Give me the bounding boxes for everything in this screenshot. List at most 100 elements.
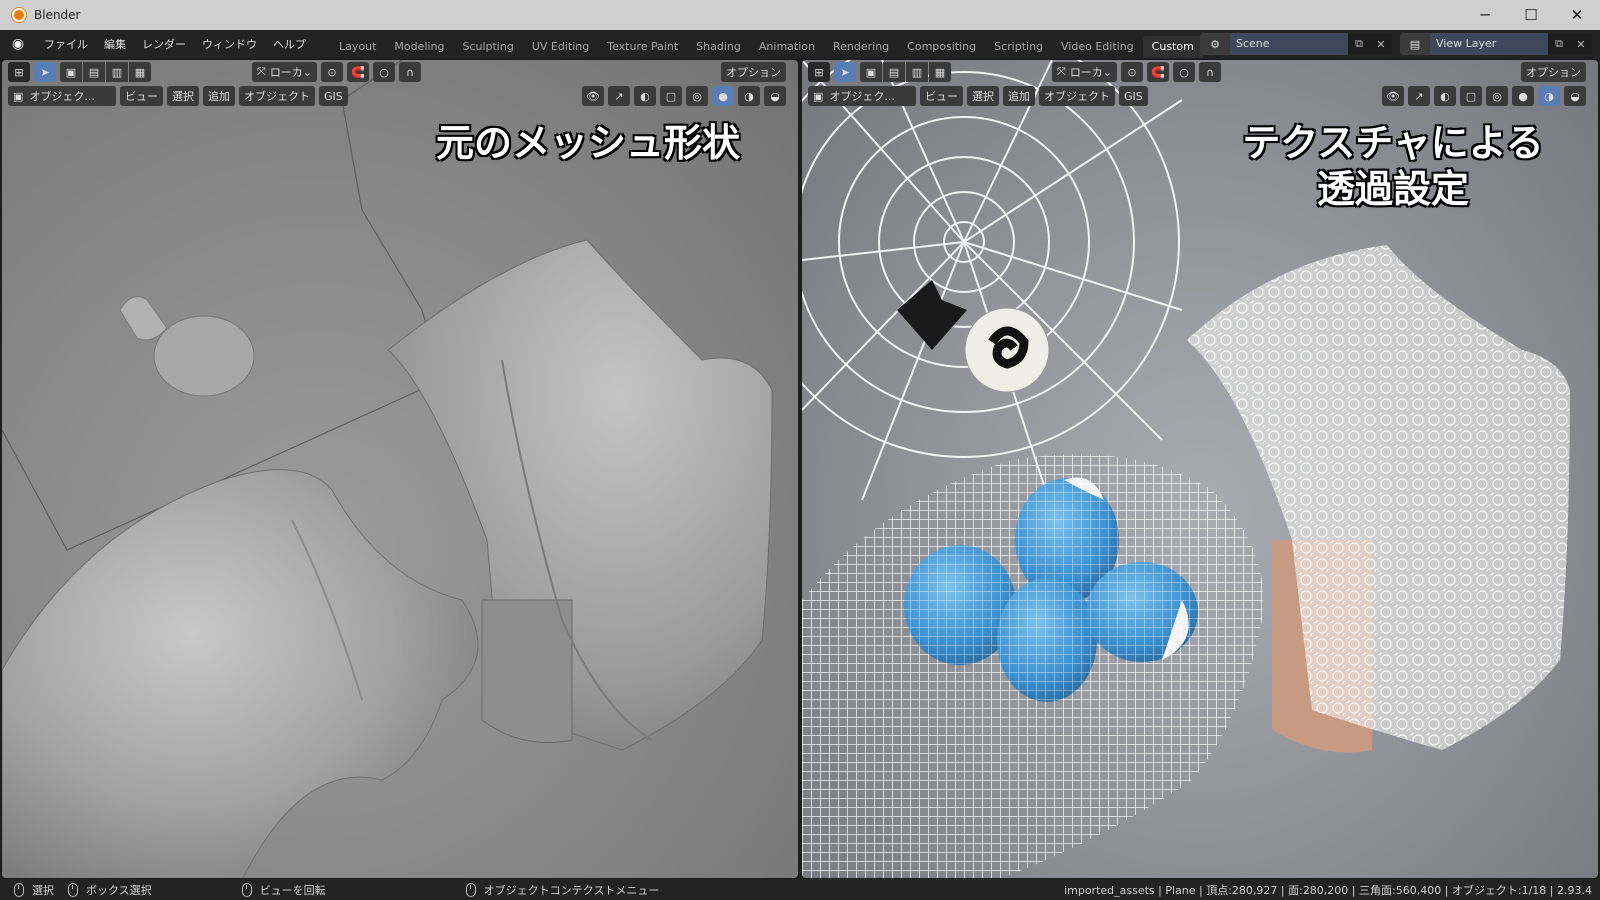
pivot-point-icon[interactable]: ⊙ xyxy=(321,62,344,82)
select-tool-icon[interactable]: ➤ xyxy=(34,62,56,82)
rendered-shading-icon-right[interactable]: ◒ xyxy=(1564,86,1586,106)
xray-icon[interactable]: ▢ xyxy=(660,86,682,106)
proportional-editing-icon-right[interactable]: ○ xyxy=(1173,62,1196,82)
left-mouse-drag-icon xyxy=(68,882,78,897)
falloff-icon-right[interactable]: ∩ xyxy=(1199,62,1222,82)
scene-selectors: ⚙ Scene ⧉ ✕ ▤ View Layer ⧉ ✕ xyxy=(1200,33,1592,55)
close-button[interactable]: ✕ xyxy=(1554,0,1600,30)
menu-window[interactable]: ウィンドウ xyxy=(194,36,265,52)
solid-shading-icon-right[interactable]: ● xyxy=(1512,86,1534,106)
tab-layout[interactable]: Layout xyxy=(330,36,385,58)
viewport-left-header: ▣ オブジェク... ビュー 選択 追加 オブジェクト GIS 👁 ↗ ◐ ▢ … xyxy=(2,84,798,108)
select-tool-icon-right[interactable]: ➤ xyxy=(834,62,856,82)
status-context: オブジェクトコンテクストメニュー xyxy=(465,882,659,898)
select-extend-icon-right[interactable]: ▤ xyxy=(883,62,905,82)
top-bar: ◉ ファイル 編集 レンダー ウィンドウ ヘルプ Layout Modeling… xyxy=(0,30,1600,58)
menu-gis[interactable]: GIS xyxy=(319,86,348,106)
view-layer-selector[interactable]: ▤ View Layer ⧉ ✕ xyxy=(1400,33,1592,55)
new-view-layer-icon[interactable]: ⧉ xyxy=(1548,33,1570,55)
falloff-icon[interactable]: ∩ xyxy=(399,62,422,82)
options-dropdown[interactable]: オプション xyxy=(721,62,786,82)
menu-help[interactable]: ヘルプ xyxy=(265,36,314,52)
scene-name-field[interactable]: Scene xyxy=(1230,33,1348,55)
rendered-shading-icon[interactable]: ◒ xyxy=(764,86,786,106)
menu-add[interactable]: 追加 xyxy=(203,86,235,106)
gizmo-icon-right[interactable]: ↗ xyxy=(1408,86,1430,106)
overlays-icon[interactable]: ◐ xyxy=(634,86,656,106)
status-box-select: ボックス選択 xyxy=(68,882,152,898)
status-rotate: ビューを回転 xyxy=(241,882,326,898)
menu-add-right[interactable]: 追加 xyxy=(1003,86,1035,106)
tab-compositing[interactable]: Compositing xyxy=(898,36,985,58)
tab-modeling[interactable]: Modeling xyxy=(385,36,453,58)
editor-type-icon[interactable]: ⊞ xyxy=(8,62,30,82)
proportional-editing-icon[interactable]: ○ xyxy=(373,62,396,82)
blender-logo-icon xyxy=(12,8,26,22)
wireframe-shading-icon-right[interactable]: ◎ xyxy=(1486,86,1508,106)
select-subtract-icon-right[interactable]: ▥ xyxy=(906,62,928,82)
gizmo-icon[interactable]: ↗ xyxy=(608,86,630,106)
select-new-icon[interactable]: ▣ xyxy=(60,62,82,82)
snap-icon[interactable]: 🧲 xyxy=(347,62,370,82)
menu-select-right[interactable]: 選択 xyxy=(967,86,999,106)
delete-view-layer-icon[interactable]: ✕ xyxy=(1570,33,1592,55)
blender-menu-icon[interactable]: ◉ xyxy=(8,34,28,54)
transform-orientation-dropdown-right[interactable]: ⤧ ローカ ⌄ xyxy=(1052,62,1118,82)
menu-view[interactable]: ビュー xyxy=(120,86,163,106)
material-shading-icon[interactable]: ◑ xyxy=(738,86,760,106)
overlays-icon-right[interactable]: ◐ xyxy=(1434,86,1456,106)
new-scene-icon[interactable]: ⧉ xyxy=(1348,33,1370,55)
menu-view-right[interactable]: ビュー xyxy=(920,86,963,106)
delete-scene-icon[interactable]: ✕ xyxy=(1370,33,1392,55)
tab-custom[interactable]: Custom xyxy=(1142,36,1203,58)
options-dropdown-right[interactable]: オプション xyxy=(1521,62,1586,82)
select-invert-icon[interactable]: ▦ xyxy=(129,62,151,82)
scene-selector[interactable]: ⚙ Scene ⧉ ✕ xyxy=(1200,33,1392,55)
visibility-icon[interactable]: 👁 xyxy=(582,86,604,106)
tab-scripting[interactable]: Scripting xyxy=(985,36,1052,58)
tab-shading[interactable]: Shading xyxy=(687,36,750,58)
transform-orientation-dropdown[interactable]: ⤧ ローカ ⌄ xyxy=(252,62,318,82)
tab-rendering[interactable]: Rendering xyxy=(824,36,898,58)
menu-gis-right[interactable]: GIS xyxy=(1119,86,1148,106)
options-dropdown-wrap-right: オプション xyxy=(1521,62,1590,82)
scene-icon[interactable]: ⚙ xyxy=(1200,33,1230,55)
viewport-left[interactable]: ⊞ ➤ ▣ ▤ ▥ ▦ ⤧ ローカ ⌄ ⊙ 🧲 ○ ∩ オプション ▣ オブジェ… xyxy=(2,60,798,878)
editor-type-icon-right[interactable]: ⊞ xyxy=(808,62,830,82)
menu-render[interactable]: レンダー xyxy=(134,36,194,52)
object-mode-dropdown[interactable]: ▣ オブジェク... xyxy=(8,86,116,106)
solid-mesh-scene xyxy=(2,60,773,878)
object-mode-dropdown-right[interactable]: ▣ オブジェク... xyxy=(808,86,916,106)
maximize-button[interactable]: ☐ xyxy=(1508,0,1554,30)
tab-uv-editing[interactable]: UV Editing xyxy=(523,36,598,58)
menu-object[interactable]: オブジェクト xyxy=(239,86,315,106)
tab-sculpting[interactable]: Sculpting xyxy=(453,36,522,58)
material-shading-icon-right[interactable]: ◑ xyxy=(1538,86,1560,106)
tab-texture-paint[interactable]: Texture Paint xyxy=(598,36,687,58)
view-layer-name-field[interactable]: View Layer xyxy=(1430,33,1548,55)
tab-animation[interactable]: Animation xyxy=(750,36,824,58)
view-layer-icon[interactable]: ▤ xyxy=(1400,33,1430,55)
menu-object-right[interactable]: オブジェクト xyxy=(1039,86,1115,106)
menu-file[interactable]: ファイル xyxy=(36,36,96,52)
window-controls: ─ ☐ ✕ xyxy=(1462,0,1600,30)
minimize-button[interactable]: ─ xyxy=(1462,0,1508,30)
menu-edit[interactable]: 編集 xyxy=(96,36,134,52)
wireframe-shading-icon[interactable]: ◎ xyxy=(686,86,708,106)
pivot-point-icon-right[interactable]: ⊙ xyxy=(1121,62,1144,82)
viewport-left-tool-header: ⊞ ➤ ▣ ▤ ▥ ▦ ⤧ ローカ ⌄ ⊙ 🧲 ○ ∩ オプション xyxy=(2,60,798,84)
object-mode-label-right: オブジェク... xyxy=(829,90,895,103)
middle-mouse-icon xyxy=(241,882,252,897)
select-extend-icon[interactable]: ▤ xyxy=(83,62,105,82)
visibility-icon-right[interactable]: 👁 xyxy=(1382,86,1404,106)
xray-icon-right[interactable]: ▢ xyxy=(1460,86,1482,106)
solid-shading-icon[interactable]: ● xyxy=(712,86,734,106)
tab-video-editing[interactable]: Video Editing xyxy=(1052,36,1143,58)
select-invert-icon-right[interactable]: ▦ xyxy=(929,62,951,82)
select-subtract-icon[interactable]: ▥ xyxy=(106,62,128,82)
snap-icon-right[interactable]: 🧲 xyxy=(1147,62,1170,82)
viewport-right[interactable]: ⊞ ➤ ▣ ▤ ▥ ▦ ⤧ ローカ ⌄ ⊙ 🧲 ○ ∩ オプション ▣ オブジェ… xyxy=(802,60,1598,878)
menu-select[interactable]: 選択 xyxy=(167,86,199,106)
select-new-icon-right[interactable]: ▣ xyxy=(860,62,882,82)
right-overlay-line-1: テクスチャによる xyxy=(1241,120,1544,166)
